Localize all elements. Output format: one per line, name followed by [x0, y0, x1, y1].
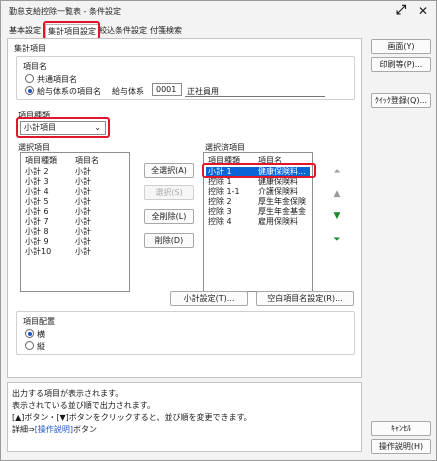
list-item[interactable]: 控除 1-1 介護保険料: [206, 187, 310, 197]
aggregate-panel: 集計項目 項目名 共通項目名 給与体系の項目名 給与体系 0001 正社員用 項…: [7, 38, 362, 378]
list-item[interactable]: 控除 1 健康保険料: [206, 177, 310, 187]
list-item[interactable]: 小計 6 小計: [23, 207, 127, 217]
tab-aggregate[interactable]: 集計項目設定: [45, 24, 99, 38]
info-line-1: 出力する項目が表示されます。: [12, 389, 124, 398]
available-col-type: 項目種類: [25, 156, 57, 165]
list-item[interactable]: 控除 4 雇用保険料: [206, 217, 310, 227]
item-type-value: 小計項目: [24, 123, 56, 132]
dialog-window: 勤怠支給控除一覧表 - 条件設定 ⤢ ✕ 基本設定 集計項目設定 絞込条件設定 …: [0, 0, 437, 461]
list-item[interactable]: 控除 2 厚生年金保険: [206, 197, 310, 207]
radio-vertical-label: 縦: [37, 342, 45, 351]
info-detail-suffix: ボタン: [72, 425, 97, 434]
info-line-3: [▲]ボタン・[▼]ボタンをクリックすると、並び順を変更できます。: [12, 413, 252, 422]
system-code-field[interactable]: 0001: [152, 83, 182, 96]
info-detail-prefix: 詳細⇒: [12, 425, 35, 434]
list-item[interactable]: 小計 4 小計: [23, 187, 127, 197]
help-button[interactable]: 操作説明(H): [371, 439, 431, 454]
radio-system[interactable]: [25, 86, 34, 95]
window-title: 勤怠支給控除一覧表 - 条件設定: [9, 7, 121, 16]
system-name-underline: [185, 96, 325, 97]
clear-all-button[interactable]: 全削除(L): [144, 209, 194, 224]
move-bottom-icon[interactable]: ⏷: [330, 234, 344, 246]
item-name-label: 項目名: [23, 62, 47, 71]
placement-group: 項目配置 横 縦: [16, 311, 355, 355]
radio-vertical[interactable]: [25, 341, 34, 350]
list-item[interactable]: 小計 9 小計: [23, 237, 127, 247]
title-bar: 勤怠支給控除一覧表 - 条件設定 ⤢ ✕: [1, 1, 436, 21]
system-label: 給与体系: [112, 87, 144, 96]
available-col-name: 項目名: [75, 156, 99, 165]
selected-col-name: 項目名: [258, 156, 282, 165]
list-item[interactable]: 小計10 小計: [23, 247, 127, 257]
move-down-icon[interactable]: ▼: [330, 210, 344, 222]
list-item[interactable]: 小計 3 小計: [23, 177, 127, 187]
list-item[interactable]: 小計 2 小計: [23, 167, 127, 177]
available-list[interactable]: 項目種類 項目名 小計 2 小計 小計 3 小計 小計 4 小計 小計 5 小計 小計 …: [20, 152, 130, 292]
item-type-select[interactable]: 小計項目 ⌄: [20, 121, 106, 135]
radio-common-label: 共通項目名: [37, 75, 77, 84]
expand-icon[interactable]: ⤢: [391, 3, 411, 19]
tab-basic[interactable]: 基本設定: [7, 24, 43, 38]
cancel-button[interactable]: ｷｬﾝｾﾙ: [371, 421, 431, 436]
tab-filter[interactable]: 絞込条件設定: [97, 24, 149, 38]
list-item-selected[interactable]: 小計 1 健康保険料...: [206, 167, 310, 177]
blank-name-settings-button[interactable]: 空白項目名設定(R)...: [256, 291, 354, 306]
info-box: 出力する項目が表示されます。 表示されている並び順で出力されます。 [▲]ボタン…: [7, 382, 362, 452]
radio-common[interactable]: [25, 74, 34, 83]
list-item[interactable]: 控除 3 厚生年金基金: [206, 207, 310, 217]
quick-register-button[interactable]: ｸｲｯｸ登録(Q)...: [371, 93, 431, 108]
section-title: 集計項目: [14, 44, 46, 53]
list-item[interactable]: 小計 7 小計: [23, 217, 127, 227]
screen-button[interactable]: 画面(Y): [371, 39, 431, 54]
placement-label: 項目配置: [23, 317, 55, 326]
item-type-label: 項目種類: [18, 111, 50, 120]
radio-system-label: 給与体系の項目名: [37, 87, 101, 96]
close-icon[interactable]: ✕: [414, 3, 432, 19]
info-line-4: 詳細⇒[操作説明]ボタン: [12, 424, 97, 435]
selected-list[interactable]: 項目種類 項目名 小計 1 健康保険料... 控除 1 健康保険料 控除 1-1 介護…: [203, 152, 313, 292]
radio-horizontal[interactable]: [25, 329, 34, 338]
help-link[interactable]: [操作説明]: [35, 425, 73, 434]
move-top-icon[interactable]: ⏶: [330, 166, 344, 178]
move-up-icon[interactable]: ▲: [330, 188, 344, 200]
subtotal-settings-button[interactable]: 小計設定(T)...: [170, 291, 248, 306]
delete-button[interactable]: 削除(D): [144, 233, 194, 248]
chevron-down-icon: ⌄: [94, 123, 101, 132]
print-button[interactable]: 印刷等(P)...: [371, 57, 431, 72]
info-line-2: 表示されている並び順で出力されます。: [12, 401, 155, 410]
list-item[interactable]: 小計 5 小計: [23, 197, 127, 207]
item-name-group: 項目名 共通項目名 給与体系の項目名 給与体系 0001 正社員用: [16, 56, 355, 100]
list-item[interactable]: 小計 8 小計: [23, 227, 127, 237]
radio-horizontal-label: 横: [37, 330, 45, 339]
tab-sticky-search[interactable]: 付箋検索: [148, 24, 184, 38]
select-button[interactable]: 選択(S): [144, 185, 194, 200]
select-all-button[interactable]: 全選択(A): [144, 163, 194, 178]
selected-col-type: 項目種類: [208, 156, 240, 165]
